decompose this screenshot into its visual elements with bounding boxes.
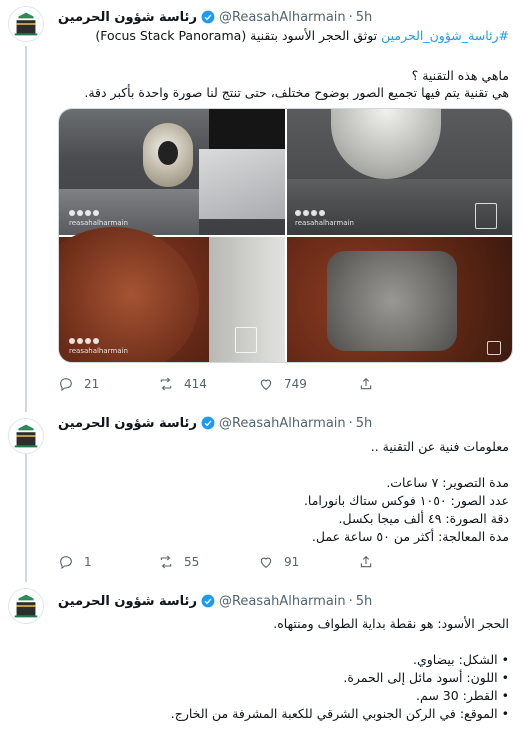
like-button[interactable]: 91: [258, 554, 358, 570]
tweet-actions: 21 414 749: [58, 374, 458, 394]
handle[interactable]: @ReasahAlharmain: [219, 594, 346, 609]
tweet-line: مدة التصوير: ٧ ساعات.: [386, 475, 509, 490]
watermark-text: reasahalharmain: [295, 219, 354, 227]
hashtag-link[interactable]: #رئاسة_شؤون_الحرمين: [381, 28, 509, 43]
tweet[interactable]: رئاسة شؤون الحرمين @ReasahAlharmain · 5h…: [0, 582, 523, 734]
retweet-icon: [160, 377, 172, 391]
watermark-text: reasahalharmain: [69, 219, 128, 227]
watermark-social-icons: [69, 210, 99, 216]
heart-icon: [260, 379, 272, 390]
tweet-line: هي تقنية يتم فيها تجميع الصور بوضوح مختل…: [84, 85, 509, 100]
retweet-count: 55: [184, 555, 200, 569]
handle[interactable]: @ReasahAlharmain: [219, 10, 346, 25]
retweet-icon: [160, 555, 172, 569]
tweet-header: رئاسة شؤون الحرمين @ReasahAlharmain · 5h: [58, 592, 372, 610]
tweet-text: الحجر الأسود: هو نقطة بداية الطواف ومنته…: [54, 615, 509, 723]
tweet-header: رئاسة شؤون الحرمين @ReasahAlharmain · 5h: [58, 414, 372, 432]
tweet-line: عدد الصور: ١٠٥٠ فوكس ستاك بانوراما.: [303, 493, 509, 508]
display-name[interactable]: رئاسة شؤون الحرمين: [58, 594, 197, 609]
reply-button[interactable]: 1: [58, 554, 158, 570]
timestamp[interactable]: 5h: [356, 416, 373, 431]
tweet-header: رئاسة شؤون الحرمين @ReasahAlharmain · 5h: [58, 8, 372, 26]
watermark-social-icons: [69, 338, 99, 344]
share-icon: [360, 377, 372, 390]
handle[interactable]: @ReasahAlharmain: [219, 416, 346, 431]
retweet-count: 414: [184, 377, 207, 391]
avatar-logo-icon: [9, 419, 43, 453]
tweet-actions: 1 55 91: [58, 552, 458, 572]
tweet-line: ماهي هذه التقنية ؟: [411, 68, 509, 83]
avatar-logo-icon: [9, 589, 43, 623]
tweet-line: دقة الصورة: ٤٩ ألف ميجا بكسل.: [338, 511, 509, 526]
display-name[interactable]: رئاسة شؤون الحرمين: [58, 416, 197, 431]
black-stone: [158, 141, 178, 165]
avatar[interactable]: [8, 588, 44, 624]
reply-icon: [60, 556, 72, 570]
watermark-logo-icon: [487, 341, 501, 355]
avatar[interactable]: [8, 418, 44, 454]
photo-2[interactable]: reasahalharmain: [287, 109, 512, 235]
tweet-line: #رئاسة_شؤون_الحرمين توثق الحجر الأسود بت…: [95, 28, 509, 43]
tweet[interactable]: رئاسة شؤون الحرمين @ReasahAlharmain · 5h…: [0, 0, 523, 404]
display-name[interactable]: رئاسة شؤون الحرمين: [58, 10, 197, 25]
like-count: 91: [284, 555, 300, 569]
separator-dot: ·: [348, 415, 353, 431]
reply-count: 1: [84, 555, 92, 569]
tweet-text: #رئاسة_شؤون_الحرمين توثق الحجر الأسود بت…: [54, 27, 509, 101]
verified-badge-icon: [201, 594, 215, 608]
like-count: 749: [284, 377, 307, 391]
watermark-logo-icon: [475, 203, 497, 229]
photo-1[interactable]: reasahalharmain: [59, 109, 285, 235]
photo-3[interactable]: reasahalharmain: [59, 227, 285, 362]
kaaba-wall: [209, 109, 285, 149]
avatar-logo-icon: [9, 7, 43, 41]
share-button[interactable]: [358, 554, 458, 570]
separator-dot: ·: [348, 593, 353, 609]
timestamp[interactable]: 5h: [356, 594, 373, 609]
tweet-text: معلومات فنية عن التقنية .. مدة التصوير: …: [54, 438, 509, 546]
share-button[interactable]: [358, 376, 458, 392]
tweet-line: الحجر الأسود: هو نقطة بداية الطواف ومنته…: [273, 616, 509, 631]
media-grid[interactable]: reasahalharmain reasahalharmain reasahal…: [58, 108, 513, 363]
timestamp[interactable]: 5h: [356, 10, 373, 25]
verified-badge-icon: [201, 10, 215, 24]
verified-badge-icon: [201, 416, 215, 430]
retweet-button[interactable]: 55: [158, 554, 258, 570]
tweet-line: • الشكل: بيضاوي.: [412, 652, 509, 667]
watermark-social-icons: [295, 210, 325, 216]
reply-icon: [60, 378, 72, 392]
tweet-line: مدة المعالجة: أكثر من ٥٠ ساعة عمل.: [311, 529, 509, 544]
like-button[interactable]: 749: [258, 376, 358, 392]
marble-block: [199, 149, 285, 219]
silver-frame-closeup: [331, 109, 441, 179]
granite-fragment: [327, 251, 457, 351]
tweet[interactable]: رئاسة شؤون الحرمين @ReasahAlharmain · 5h…: [0, 404, 523, 576]
tweet-line: • الموقع: في الركن الجنوبي الشرقي للكعبة…: [170, 706, 509, 721]
reply-button[interactable]: 21: [58, 376, 158, 392]
tweet-line: • اللون: أسود مائل إلى الحمرة.: [343, 670, 509, 685]
heart-icon: [260, 557, 272, 568]
reply-count: 21: [84, 377, 100, 391]
retweet-button[interactable]: 414: [158, 376, 258, 392]
avatar[interactable]: [8, 6, 44, 42]
share-icon: [360, 555, 372, 568]
photo-4[interactable]: [287, 237, 512, 362]
watermark-text: reasahalharmain: [69, 347, 128, 355]
separator-dot: ·: [348, 9, 353, 25]
tweet-line: • القطر: 30 سم.: [416, 688, 509, 703]
tweet-line: معلومات فنية عن التقنية ..: [370, 439, 509, 454]
watermark-logo-icon: [235, 327, 257, 353]
